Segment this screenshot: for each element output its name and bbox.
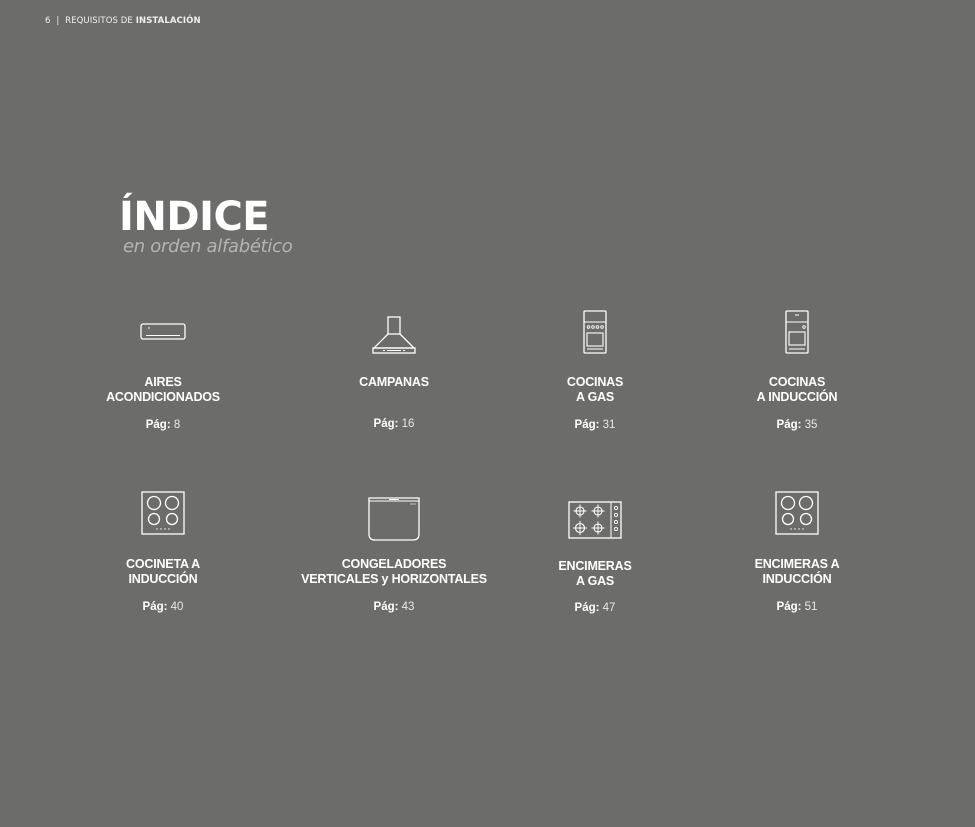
entry-page: Pág: 35 bbox=[776, 419, 818, 431]
entry-page: Pág: 31 bbox=[574, 419, 616, 431]
entry-page: Pág: 43 bbox=[373, 601, 415, 613]
entry-label: CAMPANAS bbox=[359, 375, 429, 389]
freezer-icon bbox=[294, 496, 494, 542]
entry-label: CONGELADORES VERTICALES y HORIZONTALES bbox=[301, 557, 487, 586]
page-subtitle: en orden alfabético bbox=[123, 236, 293, 257]
entry-label: ENCIMERAS A INDUCCIÓN bbox=[754, 557, 840, 586]
running-header: 6 | REQUISITOS DE INSTALACIÓN bbox=[45, 16, 201, 26]
entry-page: Pág: 51 bbox=[776, 601, 818, 613]
range-hood-icon bbox=[294, 316, 494, 356]
header-separator: | bbox=[56, 16, 60, 26]
page-title: ÍNDICE bbox=[119, 194, 270, 240]
page-number: 6 bbox=[45, 16, 51, 26]
entry-label: COCINETA A INDUCCIÓN bbox=[126, 557, 200, 586]
induction-cooktop-icon bbox=[63, 490, 263, 536]
section-prefix: REQUISITOS DE bbox=[65, 16, 133, 26]
air-conditioner-icon bbox=[63, 323, 263, 343]
entry-label: COCINAS A GAS bbox=[566, 375, 624, 404]
induction-stove-icon bbox=[697, 309, 897, 355]
induction-hob-icon bbox=[697, 490, 897, 536]
section-name: INSTALACIÓN bbox=[135, 16, 201, 26]
entry-page: Pág: 40 bbox=[142, 601, 184, 613]
entry-label: AIRES ACONDICIONADOS bbox=[106, 375, 220, 404]
gas-hob-icon bbox=[495, 500, 695, 540]
entry-label: COCINAS A INDUCCIÓN bbox=[756, 375, 838, 404]
gas-stove-icon bbox=[495, 309, 695, 355]
entry-label: ENCIMERAS A GAS bbox=[558, 559, 632, 588]
entry-page: Pág: 16 bbox=[373, 418, 415, 430]
entry-page: Pág: 47 bbox=[574, 602, 616, 614]
entry-page: Pág: 8 bbox=[145, 419, 181, 431]
